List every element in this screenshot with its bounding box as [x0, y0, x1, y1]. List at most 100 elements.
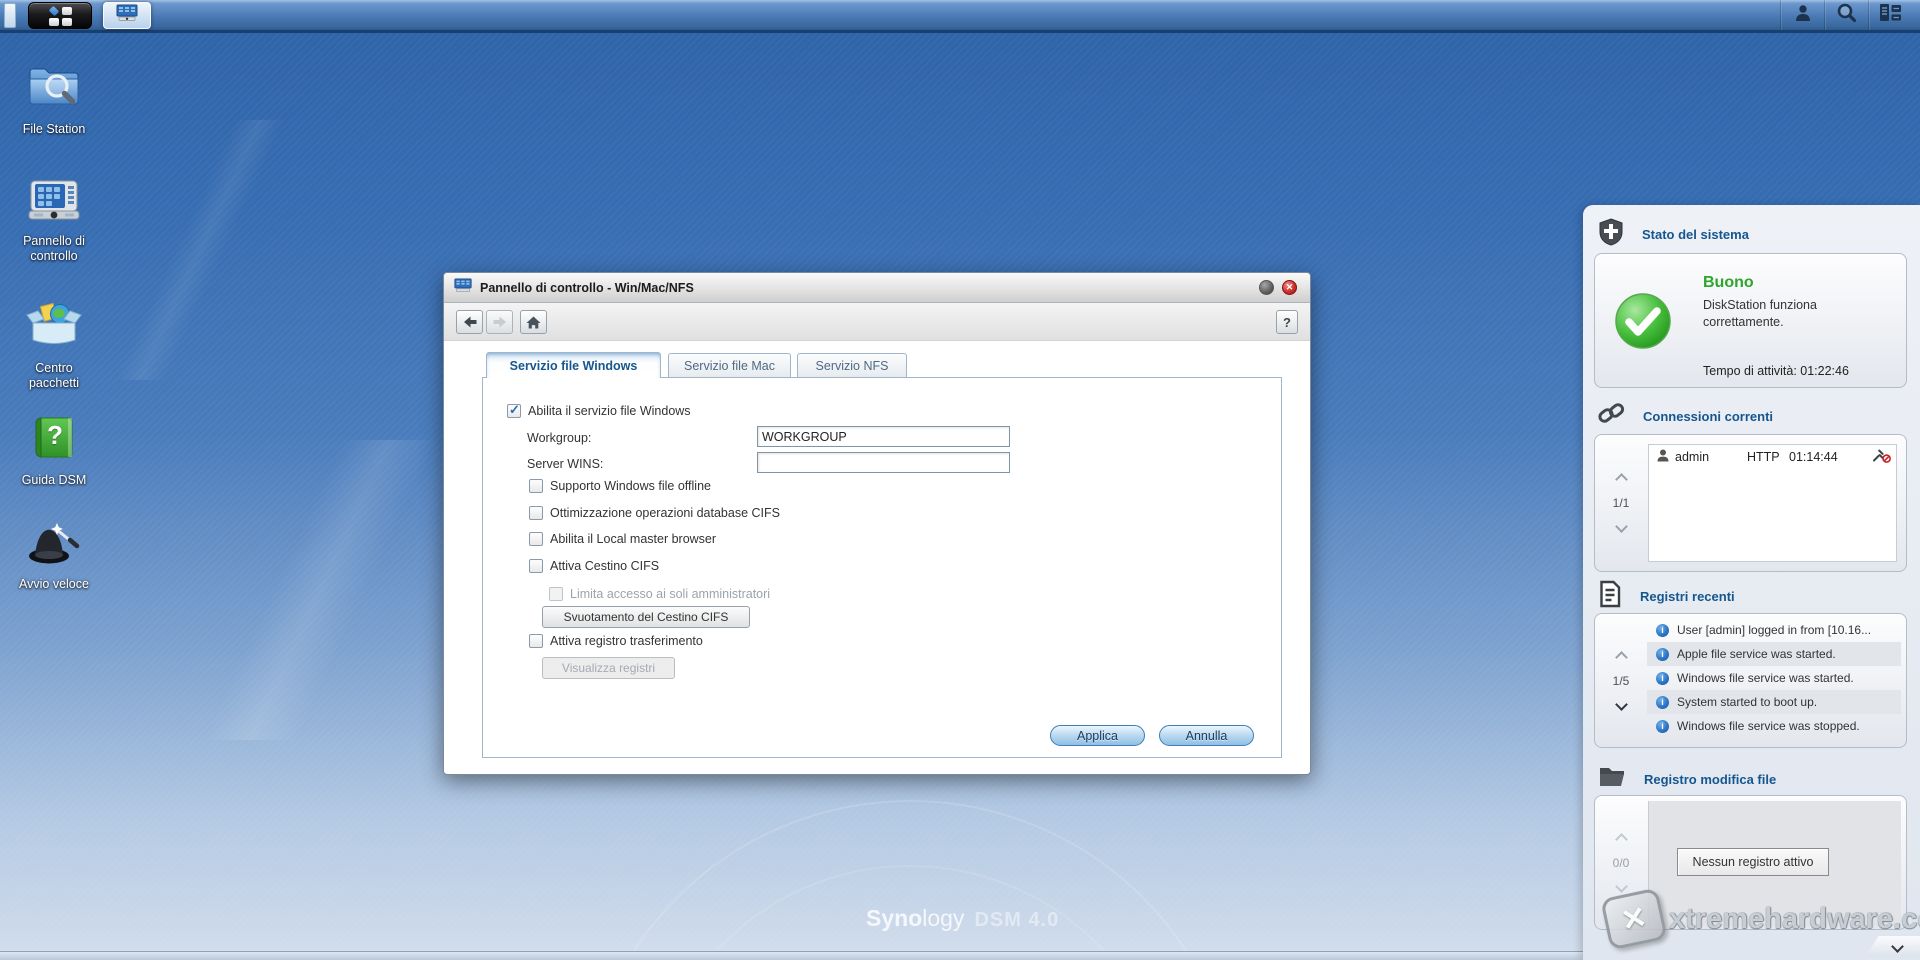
local-master-browser-label: Abilita il Local master browser	[550, 532, 717, 546]
question-glyph: ?	[47, 420, 63, 450]
recent-logs-header: Registri recenti	[1598, 580, 1735, 611]
server-wins-label: Server WINS:	[527, 457, 604, 471]
enable-windows-file-service-label: Abilita il servizio file Windows	[528, 404, 691, 418]
enable-windows-file-service-checkbox[interactable]: ✓	[507, 402, 521, 418]
system-status-panel: Buono DiskStation funziona correttamente…	[1594, 253, 1907, 388]
desktop-icon-label: Avvio veloce	[19, 577, 89, 591]
window-title: Pannello di controllo - Win/Mac/NFS	[480, 280, 694, 295]
transfer-log-checkbox[interactable]	[529, 634, 543, 648]
server-wins-input[interactable]	[757, 452, 1010, 473]
window-titlebar[interactable]: Pannello di controllo - Win/Mac/NFS ✕	[444, 273, 1310, 303]
local-master-browser-checkbox[interactable]	[529, 532, 543, 546]
pilot-view-icon	[1879, 3, 1902, 27]
file-change-log-pager-count: 0/0	[1612, 855, 1630, 870]
window-title-icon	[454, 278, 472, 298]
log-row[interactable]: i System started to boot up.	[1647, 690, 1901, 714]
apply-button[interactable]: Applica	[1050, 725, 1145, 746]
chevron-up-icon[interactable]	[1614, 650, 1628, 664]
desktop-icon-dsm-help[interactable]: ? Guida DSM	[0, 415, 108, 488]
home-button[interactable]	[520, 310, 547, 334]
desktop-icon-label: File Station	[22, 122, 86, 136]
watermark-x-logo: ✕	[1600, 887, 1668, 951]
connection-protocol: HTTP	[1747, 450, 1780, 464]
desktop-icon-file-station[interactable]: File Station	[0, 62, 108, 137]
cifs-recycle-bin-label: Attiva Cestino CIFS	[550, 559, 660, 573]
chevron-up-icon[interactable]	[1614, 473, 1628, 486]
user-icon	[1793, 3, 1813, 28]
package-center-icon	[26, 301, 82, 354]
log-row[interactable]: i User [admin] logged in from [10.16...	[1647, 618, 1901, 642]
desktop-icon-label: Pannello di controllo	[23, 234, 85, 263]
close-icon: ✕	[1285, 282, 1294, 292]
connections-title: Connessioni correnti	[1643, 408, 1774, 424]
tab-content-panel: ✓ Abilita il servizio file Windows Workg…	[482, 377, 1282, 758]
connections-list: admin HTTP 01:14:44	[1648, 444, 1897, 562]
cifs-recycle-bin-checkbox[interactable]	[529, 559, 543, 573]
desktop-icon-control-panel[interactable]: Pannello di controllo	[0, 178, 108, 264]
chevron-down-icon[interactable]	[1614, 697, 1628, 711]
user-menu-button[interactable]	[1780, 0, 1824, 30]
close-button[interactable]: ✕	[1282, 280, 1297, 295]
chevron-down-icon[interactable]	[1614, 879, 1628, 893]
workgroup-label: Workgroup:	[527, 431, 592, 445]
chevron-up-icon[interactable]	[1614, 832, 1628, 846]
home-icon	[526, 316, 541, 328]
file-change-log-title: Registro modifica file	[1644, 771, 1777, 787]
file-station-icon	[27, 62, 81, 115]
disconnect-icon[interactable]	[1872, 449, 1891, 466]
watermark-text: xtremehardware.com	[1669, 902, 1920, 935]
status-value: Buono	[1703, 274, 1754, 291]
cifs-db-optimization-checkbox[interactable]	[529, 506, 543, 520]
link-icon	[1598, 400, 1625, 432]
admin-only-access-checkbox[interactable]	[549, 587, 563, 601]
file-change-log-header: Registro modifica file	[1598, 764, 1776, 794]
wallpaper-arc	[580, 800, 1240, 960]
chevron-down-icon[interactable]	[1614, 520, 1628, 533]
offline-files-checkbox[interactable]	[529, 479, 543, 493]
connection-row[interactable]: admin HTTP 01:14:44	[1649, 445, 1896, 469]
tab-windows-file-service[interactable]: Servizio file Windows	[486, 352, 661, 378]
recent-logs-pager: 1/5	[1595, 614, 1647, 747]
folder-icon	[1598, 765, 1626, 793]
log-row[interactable]: i Apple file service was started.	[1647, 642, 1901, 666]
view-logs-button[interactable]: Visualizza registri	[542, 657, 675, 679]
pilot-view-button[interactable]	[1868, 0, 1912, 30]
back-button[interactable]	[456, 310, 483, 334]
main-menu-button[interactable]	[28, 2, 92, 29]
desktop-icon-package-center[interactable]: Centro pacchetti	[0, 301, 108, 391]
logo-bold-part: Syno	[866, 905, 923, 931]
forward-button[interactable]	[486, 310, 513, 334]
recent-logs-pager-count: 1/5	[1612, 673, 1630, 688]
search-button[interactable]	[1824, 0, 1868, 30]
offline-files-label: Supporto Windows file offline	[550, 479, 711, 493]
show-desktop-button[interactable]	[4, 3, 16, 28]
log-row[interactable]: i Windows file service was stopped.	[1647, 714, 1901, 738]
connection-user: admin	[1675, 450, 1710, 464]
tab-nfs-service[interactable]: Servizio NFS	[797, 353, 907, 377]
status-description: DiskStation funziona correttamente.	[1703, 298, 1817, 329]
system-status-header: Stato del sistema	[1598, 217, 1749, 251]
info-icon: i	[1656, 671, 1669, 685]
minimize-button[interactable]	[1259, 280, 1274, 295]
quick-start-icon	[26, 519, 82, 570]
taskbar-item-control-panel[interactable]	[103, 2, 151, 29]
transfer-log-label: Attiva registro trasferimento	[550, 634, 703, 648]
workgroup-input[interactable]	[757, 426, 1010, 447]
connections-header: Connessioni correnti	[1598, 401, 1773, 431]
log-row[interactable]: i Windows file service was started.	[1647, 666, 1901, 690]
empty-cifs-recycle-button[interactable]: Svuotamento del Cestino CIFS	[542, 606, 750, 628]
desktop-icon-quick-start[interactable]: Avvio veloce	[0, 519, 108, 592]
back-icon	[463, 316, 476, 328]
main-menu-icon	[48, 5, 59, 17]
tab-mac-file-service[interactable]: Servizio file Mac	[668, 353, 791, 377]
cancel-button[interactable]: Annulla	[1159, 725, 1254, 746]
forward-icon	[493, 316, 506, 328]
recent-logs-title: Registri recenti	[1640, 588, 1735, 604]
connections-panel: 1/1 admin HTTP 01:14:44	[1594, 434, 1907, 572]
uptime-text: Tempo di attività: 01:22:46	[1703, 364, 1849, 378]
taskbar	[0, 0, 1920, 33]
shield-icon	[1598, 217, 1624, 251]
help-button[interactable]: ?	[1276, 310, 1298, 334]
no-active-log-message: Nessun registro attivo	[1677, 848, 1829, 876]
xtremehardware-watermark: ✕ xtremehardware.com	[1600, 887, 1920, 951]
